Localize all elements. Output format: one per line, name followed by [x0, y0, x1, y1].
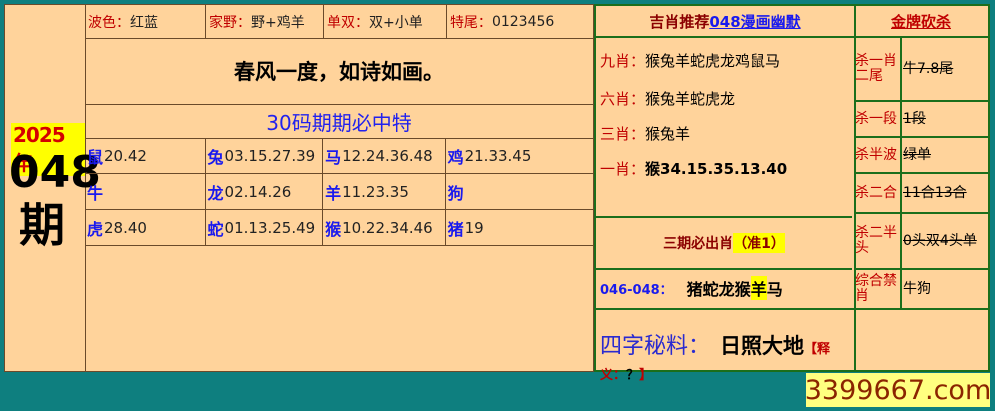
kill-row: 杀二半头 0头双4头单 [854, 214, 988, 270]
wave-color-cell: 波色： 红蓝 [85, 5, 206, 38]
poem-line: 春风一度，如诗如画。 [85, 38, 593, 105]
zodiac-cell: 猪 19 [447, 218, 484, 239]
odd-even-cell: 单双： 双+小单 [324, 5, 447, 38]
left-panel: 2025年 048 期 波色： 红蓝 家野： 野+鸡羊 单双： 双+小单 特尾： 012… [4, 4, 594, 372]
kill-column: 金牌砍杀 杀一肖二尾 牛7.8尾 杀一段 1段 杀半波 绿单 杀二合 11合13合 杀二… [854, 6, 988, 370]
zodiac-cell: 猴 10.22.34.46 [323, 210, 446, 245]
six-zodiac-line: 六肖：猴兔羊蛇虎龙 [600, 90, 736, 108]
special-tail-cell: 特尾： 0123456 [449, 13, 555, 31]
comic-link[interactable]: 048漫画幽默 [709, 11, 800, 32]
zodiac-number-grid: 鼠 20.42 兔 03.15.27.39 马 12.24.36.48 鸡 21.33.… [85, 138, 593, 246]
zodiac-row: 鼠 20.42 兔 03.15.27.39 马 12.24.36.48 鸡 21.33.… [85, 138, 593, 174]
site-watermark: 3399667.com [804, 373, 992, 407]
zodiac-cell: 马 12.24.36.48 [323, 138, 446, 173]
recommend-column: 吉肖推荐 048漫画幽默 九肖：猴兔羊蛇虎龙鸡鼠马 六肖：猴兔羊蛇虎龙 三肖：猴兔… [596, 6, 856, 383]
one-zodiac-line: 一肖：猴34.15.35.13.40 [600, 160, 788, 178]
issue-column: 2025年 048 期 [5, 5, 101, 371]
range-prediction: 046-048： 猪蛇龙猴羊马 [596, 268, 856, 310]
zodiac-cell: 羊 11.23.35 [323, 174, 446, 209]
kill-row: 综合禁肖 牛狗 [854, 270, 988, 310]
issue-suffix: 期 [19, 198, 65, 252]
nine-zodiac-line: 九肖：猴兔羊蛇虎龙鸡鼠马 [600, 52, 781, 70]
zodiac-cell: 牛 [85, 174, 206, 209]
kill-title: 金牌砍杀 [854, 6, 988, 38]
home-wild-cell: 家野： 野+鸡羊 [206, 5, 325, 38]
kill-row: 杀二合 11合13合 [854, 174, 988, 214]
zodiac-cell: 蛇 01.13.25.49 [206, 210, 324, 245]
zodiac-row: 牛 龙 02.14.26 羊 11.23.35 狗 [85, 174, 593, 210]
thirty-code-title: 30码期期必中特 [85, 104, 593, 139]
recommend-header: 吉肖推荐 048漫画幽默 [596, 6, 854, 38]
kill-row: 杀半波 绿单 [854, 138, 988, 174]
page-frame: 2025年 048 期 波色： 红蓝 家野： 野+鸡羊 单双： 双+小单 特尾： 012… [0, 0, 995, 411]
attributes-row: 波色： 红蓝 家野： 野+鸡羊 单双： 双+小单 特尾： 0123456 [85, 5, 593, 39]
kill-row: 杀一肖二尾 牛7.8尾 [854, 38, 988, 102]
zodiac-cell: 鸡 21.33.45 [447, 146, 532, 167]
kill-row: 杀一段 1段 [854, 102, 988, 138]
zodiac-cell: 龙 02.14.26 [206, 174, 324, 209]
recommend-title: 吉肖推荐 [649, 12, 710, 31]
zodiac-cell: 鼠 20.42 [85, 138, 206, 173]
zodiac-cell: 兔 03.15.27.39 [206, 138, 324, 173]
zodiac-row: 虎 28.40 蛇 01.13.25.49 猴 10.22.34.46 猪 19 [85, 210, 593, 246]
zodiac-cell: 狗 [447, 183, 464, 203]
right-panel: 吉肖推荐 048漫画幽默 九肖：猴兔羊蛇虎龙鸡鼠马 六肖：猴兔羊蛇虎龙 三肖：猴兔… [594, 4, 990, 383]
zodiac-cell: 虎 28.40 [85, 210, 206, 245]
three-issue-zodiac: 三期必出肖 （准1） [596, 216, 852, 270]
three-zodiac-line: 三肖：猴兔羊 [600, 125, 691, 143]
